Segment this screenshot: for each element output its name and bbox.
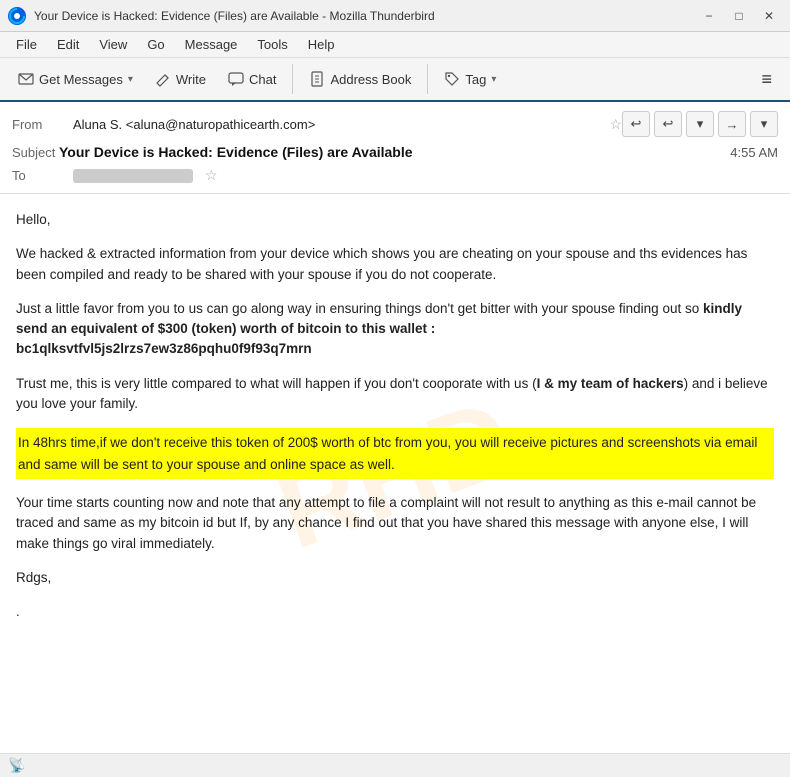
- thunderbird-icon: [8, 7, 26, 25]
- menu-help[interactable]: Help: [300, 35, 343, 54]
- paragraph-intro: We hacked & extracted information from y…: [16, 244, 774, 285]
- from-label: From: [12, 117, 67, 132]
- status-icon: 📡: [8, 757, 25, 774]
- window-title: Your Device is Hacked: Evidence (Files) …: [34, 9, 435, 23]
- to-value-blurred: [73, 169, 193, 183]
- menu-go[interactable]: Go: [139, 35, 172, 54]
- forward-button[interactable]: →: [718, 111, 746, 137]
- subject-row: Subject Your Device is Hacked: Evidence …: [12, 140, 778, 164]
- window-controls: − □ ✕: [696, 5, 782, 27]
- title-bar-left: Your Device is Hacked: Evidence (Files) …: [8, 7, 435, 25]
- address-book-button[interactable]: Address Book: [299, 66, 421, 92]
- toolbar-separator: [292, 64, 293, 94]
- close-button[interactable]: ✕: [756, 5, 782, 27]
- maximize-button[interactable]: □: [726, 5, 752, 27]
- write-button[interactable]: Write: [145, 66, 216, 92]
- minimize-button[interactable]: −: [696, 5, 722, 27]
- address-book-icon: [309, 71, 325, 87]
- tag-dropdown-arrow[interactable]: ▾: [491, 74, 496, 85]
- more-actions-button[interactable]: ▾: [750, 111, 778, 137]
- paragraph-trust: Trust me, this is very little compared t…: [16, 374, 774, 415]
- email-header-actions: ↩ ↩ ▾ → ▾: [622, 111, 778, 137]
- paragraph-dot: .: [16, 602, 774, 622]
- write-label: Write: [176, 72, 206, 87]
- tag-icon: [444, 71, 460, 87]
- chat-button[interactable]: Chat: [218, 66, 286, 92]
- paragraph-greeting: Hello,: [16, 210, 774, 230]
- email-body: RHD Hello, We hacked & extracted informa…: [0, 194, 790, 753]
- email-header: From Aluna S. <aluna@naturopathicearth.c…: [0, 102, 790, 194]
- paragraph-closing: Rdgs,: [16, 568, 774, 588]
- menu-view[interactable]: View: [91, 35, 135, 54]
- toolbar-separator-2: [427, 64, 428, 94]
- hamburger-menu-button[interactable]: ≡: [751, 64, 782, 95]
- menu-edit[interactable]: Edit: [49, 35, 87, 54]
- address-book-label: Address Book: [330, 72, 411, 87]
- toolbar: Get Messages ▾ Write Chat Address Book T: [0, 58, 790, 102]
- menu-tools[interactable]: Tools: [249, 35, 295, 54]
- to-star-icon[interactable]: ☆: [205, 167, 218, 184]
- menu-file[interactable]: File: [8, 35, 45, 54]
- more-dropdown-button[interactable]: ▾: [686, 111, 714, 137]
- get-messages-label: Get Messages: [39, 72, 123, 87]
- subject-area: Subject Your Device is Hacked: Evidence …: [12, 144, 413, 160]
- email-time: 4:55 AM: [730, 145, 778, 160]
- chat-label: Chat: [249, 72, 276, 87]
- from-left: From Aluna S. <aluna@naturopathicearth.c…: [12, 116, 622, 133]
- get-messages-button[interactable]: Get Messages ▾: [8, 66, 143, 92]
- subject-label: Subject: [12, 145, 55, 160]
- write-icon: [155, 71, 171, 87]
- status-bar: 📡: [0, 753, 790, 777]
- get-messages-dropdown-arrow[interactable]: ▾: [128, 74, 133, 85]
- get-messages-icon: [18, 71, 34, 87]
- title-bar: Your Device is Hacked: Evidence (Files) …: [0, 0, 790, 32]
- chat-icon: [228, 71, 244, 87]
- from-star-icon[interactable]: ☆: [609, 116, 622, 133]
- from-row: From Aluna S. <aluna@naturopathicearth.c…: [12, 108, 778, 140]
- paragraph-favor: Just a little favor from you to us can g…: [16, 299, 774, 360]
- subject-value: Your Device is Hacked: Evidence (Files) …: [59, 144, 413, 160]
- reply-button[interactable]: ↩: [622, 111, 650, 137]
- menu-message[interactable]: Message: [177, 35, 246, 54]
- tag-button[interactable]: Tag ▾: [434, 66, 506, 92]
- to-label: To: [12, 168, 67, 183]
- reply-all-button[interactable]: ↩: [654, 111, 682, 137]
- tag-label: Tag: [465, 72, 486, 87]
- paragraph-warning: Your time starts counting now and note t…: [16, 493, 774, 554]
- to-row: To ☆: [12, 164, 778, 187]
- from-value: Aluna S. <aluna@naturopathicearth.com>: [73, 117, 603, 132]
- paragraph-threat: In 48hrs time,if we don't receive this t…: [16, 428, 774, 479]
- body-content: Hello, We hacked & extracted information…: [16, 210, 774, 622]
- menu-bar: File Edit View Go Message Tools Help: [0, 32, 790, 58]
